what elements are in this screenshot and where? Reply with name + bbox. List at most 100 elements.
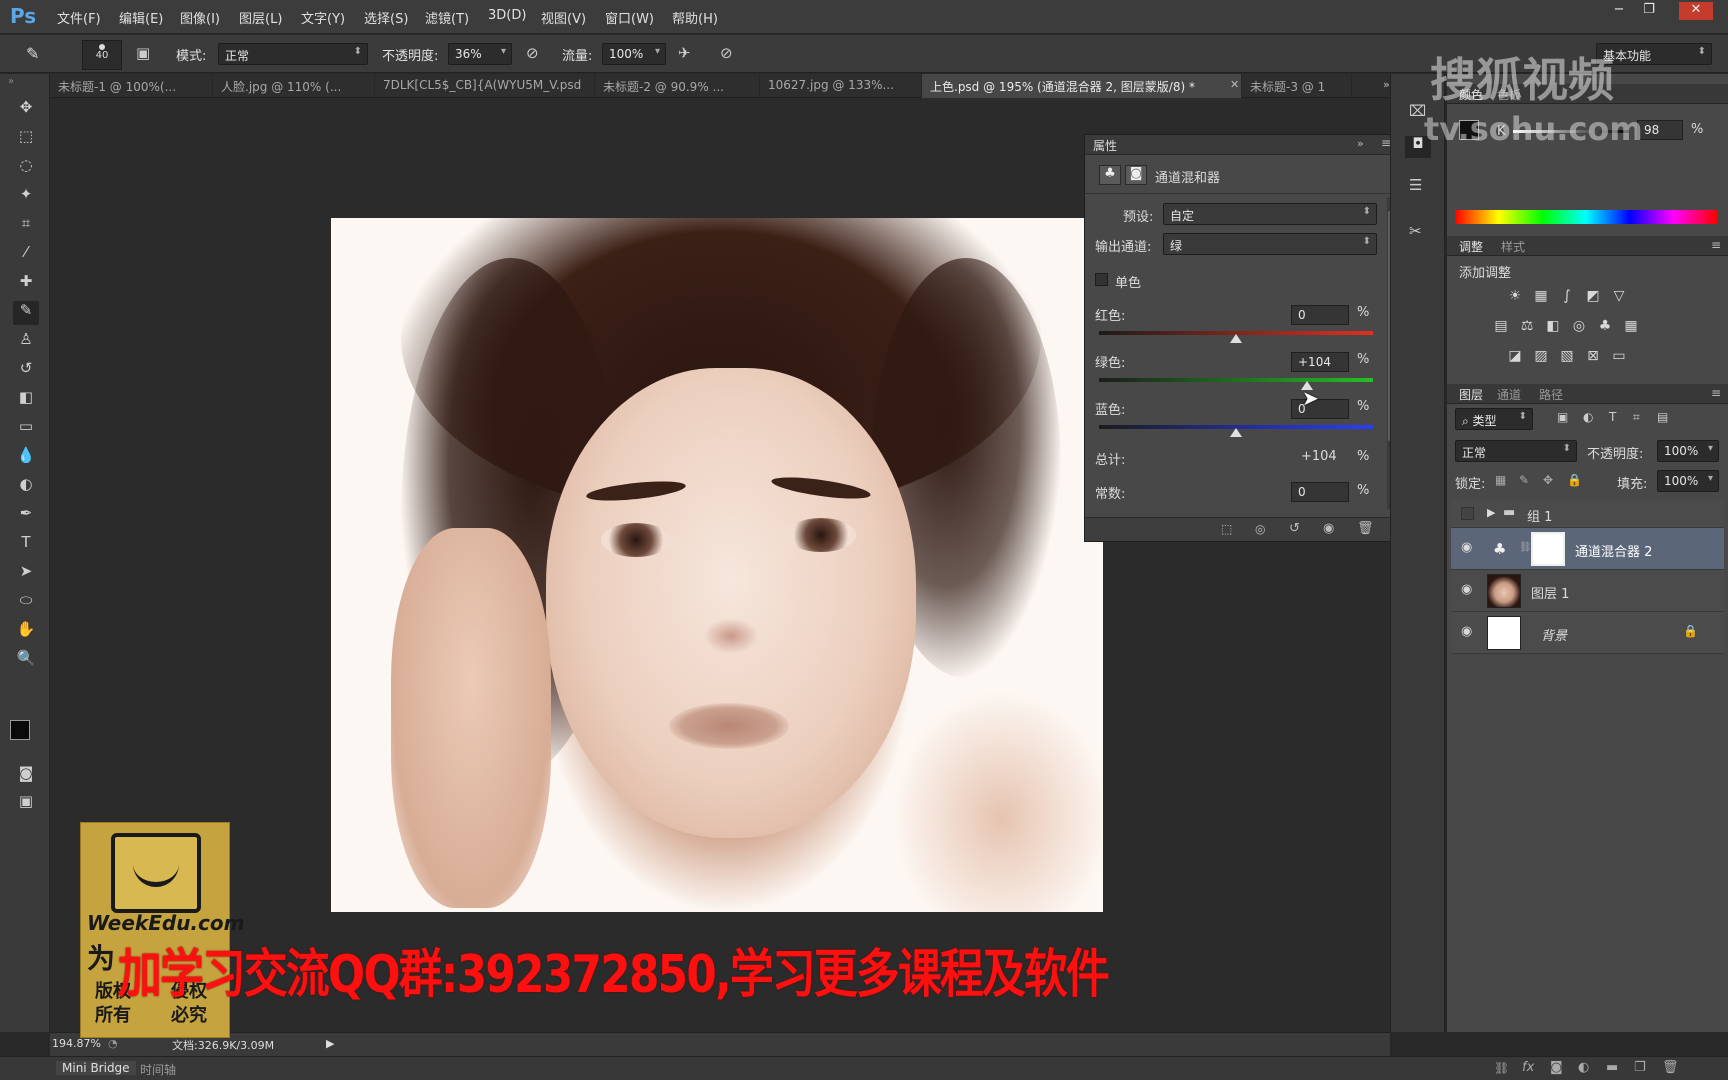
menu-view[interactable]: 视图(V) [541,8,586,27]
tab-doc-7[interactable]: 未标题-3 @ 1 [1242,74,1352,98]
add-mask-icon[interactable]: ◙ [1550,1060,1563,1075]
eraser-tool-icon[interactable]: ◧ [13,388,39,412]
status-menu-arrow-icon[interactable]: ▶ [326,1037,334,1050]
channel-mixer-icon[interactable]: ♣ [1595,318,1615,336]
shape-tool-icon[interactable]: ⬭ [13,591,39,615]
layer-row-layer1[interactable]: ◉ 图层 1 [1451,570,1724,612]
lasso-tool-icon[interactable]: ◌ [13,156,39,180]
view-previous-icon[interactable]: ◎ [1255,522,1265,536]
filter-type-icon[interactable]: T [1609,410,1616,424]
menu-layer[interactable]: 图层(L) [239,8,282,27]
menu-edit[interactable]: 编辑(E) [119,8,163,27]
crop-tool-icon[interactable]: ⌗ [13,214,39,238]
tab-doc-active[interactable]: 上色.psd @ 195% (通道混合器 2, 图层蒙版/8) * [922,74,1242,98]
marquee-tool-icon[interactable]: ⬚ [13,127,39,151]
constant-value-field[interactable]: 0 [1291,482,1349,502]
selective-color-icon[interactable]: ⊠ [1583,348,1603,366]
tab-doc-1[interactable]: 未标题-1 @ 100%(... [50,74,213,98]
fill-field[interactable]: 100% ▾ [1657,470,1719,492]
tab-timeline[interactable]: 时间轴 [140,1061,176,1078]
color-spectrum-bar[interactable] [1455,210,1717,224]
dodge-tool-icon[interactable]: ◐ [13,475,39,499]
menu-help[interactable]: 帮助(H) [672,8,718,27]
history-brush-tool-icon[interactable]: ↺ [13,359,39,383]
minimize-button[interactable]: − [1607,2,1631,20]
tab-styles[interactable]: 样式 [1501,238,1525,255]
panel-menu-icon[interactable]: ≡ [1711,238,1721,252]
tab-doc-4[interactable]: 未标题-2 @ 90.9% ... [595,74,760,98]
link-icon[interactable]: ⛓ [1519,542,1532,553]
flow-field[interactable]: 100% ▾ [602,43,666,65]
gradient-map-icon[interactable]: ▭ [1609,348,1629,366]
magic-wand-tool-icon[interactable]: ✦ [13,185,39,209]
eye-icon[interactable]: ◉ [1461,582,1472,597]
tab-doc-2[interactable]: 人脸.jpg @ 110% (... [213,74,375,98]
lock-transparent-icon[interactable]: ▦ [1495,473,1506,487]
exposure-icon[interactable]: ◩ [1583,288,1603,306]
paragraph-icon[interactable]: ☰ [1409,176,1422,194]
zoom-level[interactable]: 194.87% [52,1037,101,1050]
filter-adjustment-icon[interactable]: ◐ [1583,410,1593,424]
filter-smart-icon[interactable]: ▤ [1657,410,1668,424]
path-selection-tool-icon[interactable]: ➤ [13,562,39,586]
green-slider-track[interactable] [1099,378,1373,382]
pressure-opacity-icon[interactable]: ⊘ [526,44,539,62]
menu-image[interactable]: 图像(I) [180,8,220,27]
monochrome-checkbox[interactable] [1095,273,1108,286]
brush-panel-icon[interactable]: ▣ [136,44,150,62]
trash-icon[interactable]: 🗑 [1357,521,1374,536]
status-info-icon[interactable]: ◔ [108,1037,118,1050]
red-value-field[interactable]: 0 [1291,305,1349,325]
hue-saturation-icon[interactable]: ▤ [1491,318,1511,336]
eyedropper-tool-icon[interactable]: ⁄ [13,243,39,267]
filter-shape-icon[interactable]: ⌗ [1633,410,1640,425]
brush-preset-picker[interactable]: 40 [82,40,122,70]
foreground-color-swatch[interactable] [10,720,30,740]
tab-doc-3[interactable]: 7DLK[CL5$_CB]{A(WYU5M_V.psd [375,74,595,98]
lock-all-icon[interactable]: 🔒 [1567,473,1582,487]
new-group-icon[interactable]: ▬ [1606,1060,1618,1075]
airbrush-icon[interactable]: ✈ [678,44,691,62]
layer-style-icon[interactable]: fx [1522,1060,1534,1075]
collapse-icon[interactable]: » [1357,137,1364,150]
layer-opacity-field[interactable]: 100% ▾ [1657,440,1719,462]
delete-layer-icon[interactable]: 🗑 [1662,1060,1679,1075]
color-lookup-icon[interactable]: ▦ [1621,318,1641,336]
blue-value-field[interactable]: 0 [1291,399,1349,419]
healing-brush-tool-icon[interactable]: ✚ [13,272,39,296]
tab-doc-5[interactable]: 10627.jpg @ 133%... [760,74,922,98]
tab-layers[interactable]: 图层 [1459,386,1483,403]
clip-to-layer-icon[interactable]: ⬚ [1221,522,1232,536]
zoom-tool-icon[interactable]: 🔍 [13,649,39,673]
posterize-icon[interactable]: ▨ [1531,348,1551,366]
k-value-field[interactable]: 98 [1637,120,1683,140]
visibility-toggle[interactable] [1461,507,1474,520]
threshold-icon[interactable]: ▧ [1557,348,1577,366]
clone-stamp-tool-icon[interactable]: ♙ [13,330,39,354]
blend-mode-dropdown[interactable]: 正常 ⬍ [1455,440,1577,462]
vibrance-icon[interactable]: ▽ [1609,288,1629,306]
tab-mini-bridge[interactable]: Mini Bridge [56,1061,136,1075]
reset-icon[interactable]: ↺ [1289,521,1300,536]
document-photo[interactable] [331,218,1103,912]
invert-icon[interactable]: ◪ [1505,348,1525,366]
panel-menu-icon[interactable]: ≡ [1711,386,1721,400]
menu-window[interactable]: 窗口(W) [605,8,654,27]
new-adjustment-icon[interactable]: ◐ [1578,1060,1589,1075]
restore-button[interactable]: ❐ [1637,2,1661,20]
menu-type[interactable]: 文字(Y) [301,8,345,27]
opacity-field[interactable]: 36% ▾ [448,43,512,65]
menu-file[interactable]: 文件(F) [57,8,101,27]
output-channel-dropdown[interactable]: 绿 ⬍ [1163,233,1377,255]
green-value-field[interactable]: +104 [1291,352,1349,372]
visibility-icon[interactable]: ◉ [1323,521,1334,536]
menu-3d[interactable]: 3D(D) [488,8,526,23]
close-button[interactable]: ✕ [1679,2,1713,20]
eye-icon[interactable]: ◉ [1461,624,1472,639]
channel-mixer-icon[interactable]: ♣ [1099,165,1121,185]
move-tool-icon[interactable]: ✥ [13,98,39,122]
tools-preset-icon[interactable]: ✂ [1409,222,1422,240]
lock-position-icon[interactable]: ✥ [1543,473,1553,487]
tab-close-icon[interactable]: ✕ [1230,78,1239,91]
new-layer-icon[interactable]: ❐ [1634,1060,1646,1075]
